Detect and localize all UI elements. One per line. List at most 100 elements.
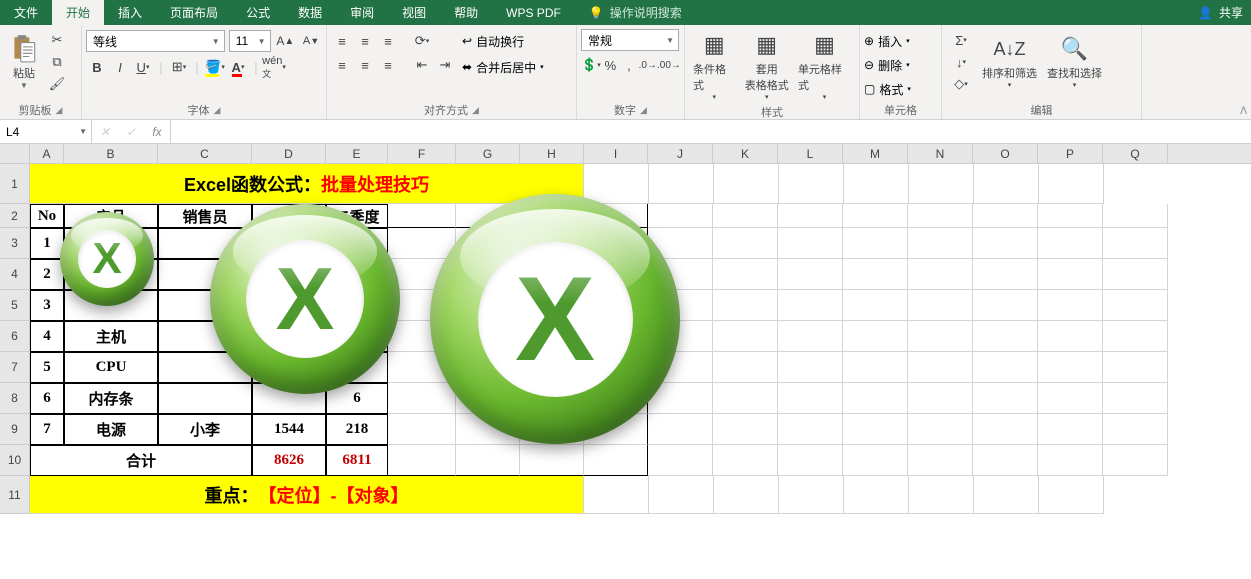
column-header-G[interactable]: G [456, 144, 520, 163]
cell-empty[interactable] [778, 259, 843, 290]
name-box[interactable]: L4▼ [0, 120, 92, 143]
insert-function-button[interactable]: fx [144, 125, 170, 139]
format-painter-button[interactable]: 🖌 [46, 73, 68, 95]
delete-cells-button[interactable]: ⊖删除▾ [864, 53, 937, 77]
cell-empty[interactable] [973, 259, 1038, 290]
row-header-7[interactable]: 7 [0, 352, 30, 383]
insert-cells-button[interactable]: ⊕插入▾ [864, 29, 937, 53]
format-cells-button[interactable]: ▢格式▾ [864, 77, 937, 101]
cell-empty[interactable] [1103, 290, 1168, 321]
accounting-format-button[interactable]: 💲▾ [581, 54, 601, 76]
autosum-button[interactable]: Σ▾ [946, 29, 976, 51]
percent-button[interactable]: % [602, 54, 619, 76]
cell-product-4[interactable]: CPU [64, 352, 158, 383]
clipboard-launcher[interactable]: ◢ [56, 105, 63, 116]
paste-button[interactable]: 粘贴 ▼ [4, 27, 44, 95]
row-header-1[interactable]: 1 [0, 164, 30, 204]
find-select-button[interactable]: 🔍查找和选择▾ [1043, 27, 1106, 95]
cell-empty[interactable] [1103, 414, 1168, 445]
excel-logo-image-small[interactable]: X [60, 212, 154, 306]
cell-empty[interactable] [713, 321, 778, 352]
sort-filter-button[interactable]: A↓Z排序和筛选▾ [978, 27, 1041, 95]
font-size-combo[interactable]: 11▼ [229, 30, 271, 52]
row-header-8[interactable]: 8 [0, 383, 30, 414]
border-button[interactable]: ⊞▾ [168, 56, 190, 78]
tell-me-search[interactable]: 💡 操作说明搜索 [575, 0, 696, 25]
column-header-N[interactable]: N [908, 144, 973, 163]
tab-formulas[interactable]: 公式 [232, 0, 284, 25]
phonetic-button[interactable]: wén文▾ [263, 56, 285, 78]
cell-empty[interactable] [908, 352, 973, 383]
bold-button[interactable]: B [86, 56, 108, 78]
share-button[interactable]: 共享 [1219, 4, 1243, 21]
cell-empty[interactable] [1103, 228, 1168, 259]
align-left-button[interactable]: ≡ [331, 54, 353, 76]
cell-product-5[interactable]: 内存条 [64, 383, 158, 414]
cell-no-6[interactable]: 7 [30, 414, 64, 445]
cell-empty[interactable] [908, 228, 973, 259]
cell-empty[interactable] [973, 383, 1038, 414]
align-top-button[interactable]: ≡ [331, 30, 353, 52]
orientation-button[interactable]: ⟳▾ [411, 30, 433, 52]
conditional-format-button[interactable]: ▦条件格式▾ [689, 27, 739, 103]
cell-empty[interactable] [843, 414, 908, 445]
row-header-9[interactable]: 9 [0, 414, 30, 445]
column-header-P[interactable]: P [1038, 144, 1103, 163]
tab-wps-pdf[interactable]: WPS PDF [492, 0, 575, 25]
cell-empty[interactable] [713, 414, 778, 445]
tab-file[interactable]: 文件 [0, 0, 52, 25]
column-header-O[interactable]: O [973, 144, 1038, 163]
number-launcher[interactable]: ◢ [640, 105, 647, 116]
column-header-F[interactable]: F [388, 144, 456, 163]
collapse-ribbon-button[interactable]: ᐱ [1240, 106, 1247, 117]
column-header-H[interactable]: H [520, 144, 584, 163]
clear-button[interactable]: ◇▾ [946, 73, 976, 95]
alignment-launcher[interactable]: ◢ [472, 105, 479, 116]
row-header-3[interactable]: 3 [0, 228, 30, 259]
cell-product-3[interactable]: 主机 [64, 321, 158, 352]
column-header-L[interactable]: L [778, 144, 843, 163]
font-color-button[interactable]: A▾ [227, 56, 249, 78]
cell-empty[interactable] [778, 383, 843, 414]
cell-empty[interactable] [973, 290, 1038, 321]
fill-button[interactable]: ↓▾ [946, 51, 976, 73]
cell-empty[interactable] [1038, 228, 1103, 259]
cell-empty[interactable] [973, 321, 1038, 352]
cell-empty[interactable] [843, 259, 908, 290]
tab-home[interactable]: 开始 [52, 0, 104, 25]
number-format-combo[interactable]: 常规▼ [581, 29, 679, 51]
cell-no-5[interactable]: 6 [30, 383, 64, 414]
cell-empty[interactable] [713, 259, 778, 290]
underline-button[interactable]: U▾ [132, 56, 154, 78]
cell-q1-6[interactable]: 1544 [252, 414, 326, 445]
column-header-D[interactable]: D [252, 144, 326, 163]
row-header-11[interactable]: 11 [0, 476, 30, 514]
excel-logo-image-large[interactable]: X [430, 194, 680, 444]
row-header-10[interactable]: 10 [0, 445, 30, 476]
footer-banner[interactable]: 重点：【定位】-【对象】 [30, 476, 584, 514]
increase-indent-button[interactable]: ⇥ [434, 54, 456, 76]
tab-view[interactable]: 视图 [388, 0, 440, 25]
tab-data[interactable]: 数据 [284, 0, 336, 25]
cell-empty[interactable] [1103, 352, 1168, 383]
total-label[interactable]: 合计 [30, 445, 252, 476]
cell-empty[interactable] [973, 228, 1038, 259]
wrap-text-button[interactable]: ↩自动换行 [462, 29, 544, 53]
column-header-A[interactable]: A [30, 144, 64, 163]
cell-empty[interactable] [1038, 352, 1103, 383]
cell-empty[interactable] [778, 414, 843, 445]
cell-empty[interactable] [713, 352, 778, 383]
cell-empty[interactable] [713, 290, 778, 321]
column-header-I[interactable]: I [584, 144, 648, 163]
cell-empty[interactable] [778, 228, 843, 259]
align-right-button[interactable]: ≡ [377, 54, 399, 76]
copy-button[interactable]: ⧉ [46, 51, 68, 73]
cell-empty[interactable] [1103, 321, 1168, 352]
increase-decimal-button[interactable]: .0→ [639, 54, 657, 76]
cell-empty[interactable] [1038, 321, 1103, 352]
cell-sales-6[interactable]: 小李 [158, 414, 252, 445]
cell-empty[interactable] [908, 321, 973, 352]
cell-empty[interactable] [843, 383, 908, 414]
column-header-J[interactable]: J [648, 144, 713, 163]
align-center-button[interactable]: ≡ [354, 54, 376, 76]
